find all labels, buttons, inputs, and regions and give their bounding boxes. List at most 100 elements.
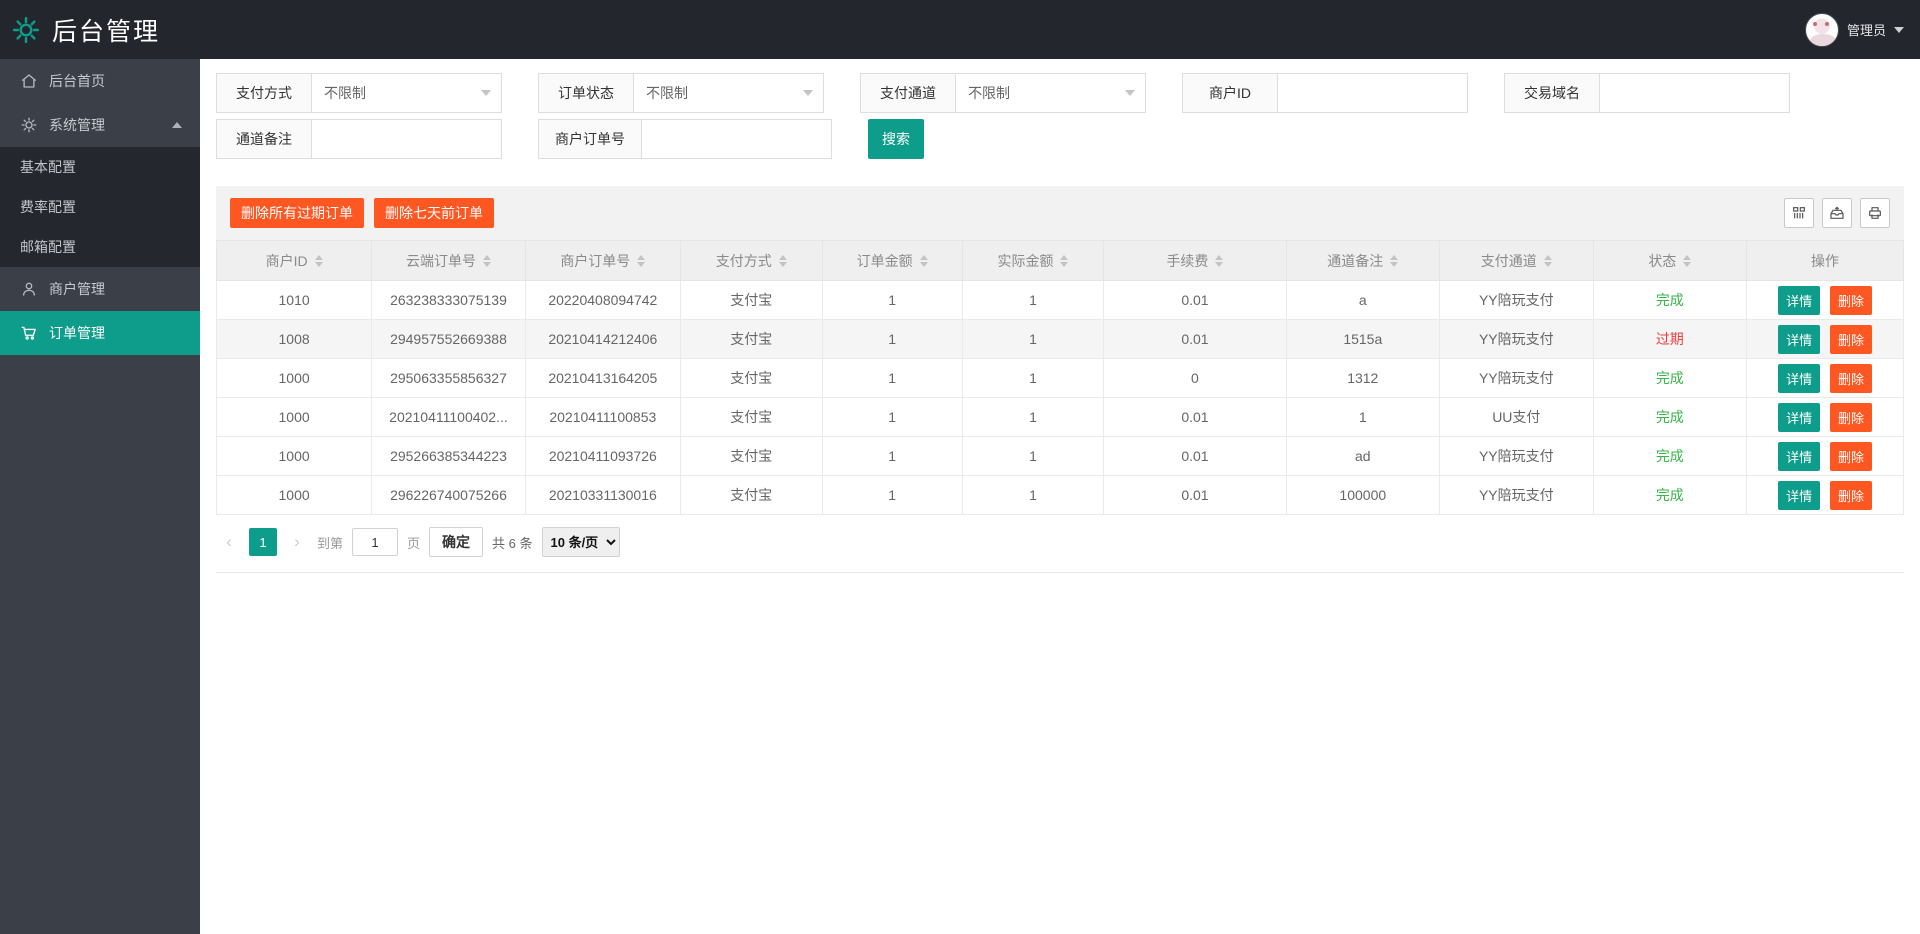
user-menu[interactable]: 管理员 [1804,12,1904,47]
table-row: 1010 263238333075139 20220408094742 支付宝 … [215,280,1904,320]
col-channel-note[interactable]: 通道备注 [1285,240,1441,281]
detail-button[interactable]: 详情 [1778,363,1821,393]
cell-fee: 0.01 [1103,397,1287,437]
sort-icon[interactable] [1683,254,1692,267]
cell-order-amount: 1 [821,475,963,515]
cell-actual-amount: 1 [961,436,1105,476]
col-actual-amount[interactable]: 实际金额 [961,240,1105,281]
cell-pay-channel: YY陪玩支付 [1439,475,1594,515]
cell-cloud-order-no: 295266385344223 [371,436,526,476]
page-size-select[interactable]: 10 条/页 [541,527,620,557]
sort-icon[interactable] [1060,254,1069,267]
status-badge: 完成 [1655,370,1684,386]
delete-button[interactable]: 删除 [1829,441,1872,471]
cell-pay-method: 支付宝 [679,358,823,398]
delete-button[interactable]: 删除 [1829,363,1872,393]
sort-icon[interactable] [1215,254,1224,267]
filter-channel-note: 通道备注 [216,119,502,159]
col-pay-channel[interactable]: 支付通道 [1439,240,1594,281]
table-row: 1000 295266385344223 20210411093726 支付宝 … [215,436,1904,476]
delete-expired-orders-button[interactable]: 删除所有过期订单 [230,198,364,228]
detail-button[interactable]: 详情 [1778,285,1821,315]
sort-icon[interactable] [482,254,491,267]
goto-confirm-button[interactable]: 确定 [429,527,484,557]
prev-page-icon[interactable]: ‹ [218,528,240,556]
col-actions: 操作 [1746,240,1904,281]
cell-channel-note: 100000 [1285,475,1441,515]
cell-pay-channel: YY陪玩支付 [1439,280,1594,320]
delete-button[interactable]: 删除 [1829,324,1872,354]
merchant-id-field[interactable] [1290,74,1457,112]
export-icon[interactable] [1822,198,1852,228]
sidebar-item-merchant[interactable]: 商户管理 [0,267,200,311]
merchant-order-no-field[interactable] [654,120,821,158]
delete-button[interactable]: 删除 [1829,480,1872,510]
pay-channel-select[interactable]: 不限制 [956,73,1146,113]
select-value: 不限制 [324,85,366,101]
sort-icon[interactable] [1390,254,1399,267]
col-merchant-order-no[interactable]: 商户订单号 [524,240,681,281]
orders-card: 删除所有过期订单 删除七天前订单 商户ID 云端订单号 商户订单号 支付方式 订… [215,186,1904,573]
status-badge: 完成 [1655,487,1684,503]
table-header-row: 商户ID 云端订单号 商户订单号 支付方式 订单金额 实际金额 手续费 通道备注… [215,240,1904,281]
columns-icon[interactable] [1784,198,1814,228]
next-page-icon[interactable]: › [286,528,308,556]
cell-status: 完成 [1592,358,1748,398]
col-order-amount[interactable]: 订单金额 [821,240,963,281]
filter-label: 商户订单号 [538,119,642,159]
filter-section: 支付方式 不限制 订单状态 不限制 支付通道 不限制 商户ID 交易域名 通道备… [200,59,1920,159]
detail-button[interactable]: 详情 [1778,402,1821,432]
sidebar-item-system[interactable]: 系统管理 [0,103,200,147]
delete-button[interactable]: 删除 [1829,285,1872,315]
pay-method-select[interactable]: 不限制 [312,73,502,113]
col-status[interactable]: 状态 [1592,240,1748,281]
filter-pay-channel: 支付通道 不限制 [860,73,1146,113]
cell-actions: 详情 删除 [1746,397,1904,437]
cell-pay-method: 支付宝 [679,397,823,437]
brand: 后台管理 [10,12,160,48]
sidebar-item-home[interactable]: 后台首页 [0,59,200,103]
cell-pay-channel: YY陪玩支付 [1439,358,1594,398]
sidebar-item-orders[interactable]: 订单管理 [0,311,200,355]
sort-icon[interactable] [778,254,787,267]
detail-button[interactable]: 详情 [1778,480,1821,510]
sidebar-item-rate-config[interactable]: 费率配置 [0,187,200,227]
cell-channel-note: 1515a [1285,319,1441,359]
col-pay-method[interactable]: 支付方式 [679,240,823,281]
cell-pay-channel: UU支付 [1439,397,1594,437]
search-button[interactable]: 搜索 [868,119,924,159]
table-row: 1008 294957552669388 20210414212406 支付宝 … [215,319,1904,359]
col-cloud-order-no[interactable]: 云端订单号 [371,240,526,281]
sort-icon[interactable] [919,254,928,267]
goto-page-input[interactable] [352,528,399,556]
detail-button[interactable]: 详情 [1778,441,1821,471]
detail-button[interactable]: 详情 [1778,324,1821,354]
sidebar-item-mail-config[interactable]: 邮箱配置 [0,227,200,267]
order-status-select[interactable]: 不限制 [634,73,824,113]
col-merchant-id[interactable]: 商户ID [215,240,373,281]
cell-fee: 0.01 [1103,436,1287,476]
col-fee[interactable]: 手续费 [1103,240,1287,281]
page-button[interactable]: 1 [249,528,277,556]
sidebar-submenu: 基本配置 费率配置 邮箱配置 [0,147,200,267]
cell-cloud-order-no: 20210411100402... [371,397,526,437]
sort-icon[interactable] [314,254,323,267]
status-badge: 完成 [1655,448,1684,464]
chevron-down-icon [1894,26,1904,33]
cell-fee: 0.01 [1103,280,1287,320]
sidebar-item-label: 邮箱配置 [20,239,76,255]
trade-domain-field[interactable] [1612,74,1779,112]
cell-actions: 详情 删除 [1746,319,1904,359]
chevron-down-icon [803,90,813,96]
channel-note-field[interactable] [324,120,491,158]
chevron-up-icon [172,122,182,128]
cell-fee: 0.01 [1103,319,1287,359]
sort-icon[interactable] [1543,254,1552,267]
cell-fee: 0 [1103,358,1287,398]
filter-label: 通道备注 [216,119,312,159]
sort-icon[interactable] [637,254,646,267]
sidebar-item-basic-config[interactable]: 基本配置 [0,147,200,187]
delete-week-old-orders-button[interactable]: 删除七天前订单 [374,198,494,228]
delete-button[interactable]: 删除 [1829,402,1872,432]
print-icon[interactable] [1860,198,1890,228]
